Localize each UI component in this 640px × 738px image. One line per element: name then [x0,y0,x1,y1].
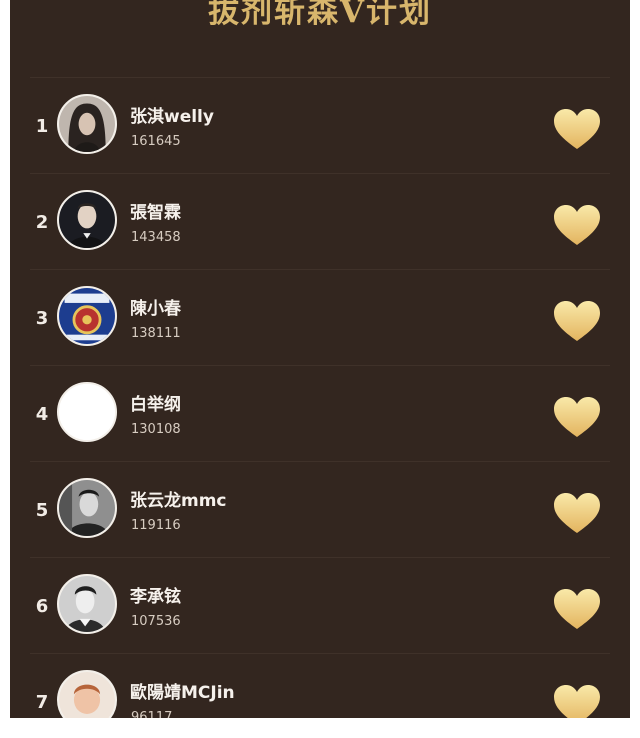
ranking-row[interactable]: 4 白举纲 130108 [30,365,610,461]
ranking-row[interactable]: 5 张云龙mmc 119116 [30,461,610,557]
vote-count: 96117 [131,710,173,718]
ranking-row[interactable]: 2 張智霖 143458 [30,173,610,269]
vote-count: 130108 [131,422,181,437]
avatar[interactable] [57,94,117,154]
rank-number: 4 [35,404,49,425]
avatar-portrait-icon [59,576,115,632]
avatar[interactable] [57,574,117,634]
avatar[interactable] [57,478,117,538]
avatar-blank-icon [59,384,115,440]
vote-count: 161645 [131,134,181,149]
user-name: 歐陽靖MCJin [130,683,235,703]
avatar-portrait-icon [59,96,115,152]
page-title: 拔剂斩森V计划 [207,0,433,30]
user-name: 李承铉 [130,587,181,607]
avatar-portrait-icon [59,672,115,718]
avatar[interactable] [57,286,117,346]
heart-vote-button[interactable] [553,492,601,534]
rank-number: 1 [35,116,49,137]
user-name: 张云龙mmc [130,491,227,511]
heart-icon [554,589,600,629]
heart-icon [554,301,600,341]
avatar[interactable] [57,670,117,718]
heart-vote-button[interactable] [553,588,601,630]
vote-count: 119116 [131,518,181,533]
avatar[interactable] [57,382,117,442]
heart-vote-button[interactable] [553,108,601,150]
heart-icon [554,685,600,718]
rank-number: 2 [35,212,49,233]
heart-vote-button[interactable] [553,396,601,438]
user-name: 陳小春 [130,299,181,319]
heart-vote-button[interactable] [553,684,601,718]
vote-count: 138111 [131,326,181,341]
heart-icon [554,109,600,149]
heart-icon [554,397,600,437]
rank-number: 5 [35,500,49,521]
heart-icon [554,493,600,533]
avatar-portrait-icon [59,480,115,536]
avatar-portrait-icon [59,192,115,248]
heart-icon [554,205,600,245]
ranking-list: 1 张淇welly 161645 2 張智霖 143458 3 陳小春 1381… [30,77,610,718]
vote-count: 143458 [131,230,181,245]
ranking-row[interactable]: 3 陳小春 138111 [30,269,610,365]
heart-vote-button[interactable] [553,204,601,246]
user-name: 白举纲 [130,395,181,415]
user-name: 张淇welly [130,107,214,127]
rank-number: 3 [35,308,49,329]
vote-count: 107536 [131,614,181,629]
avatar[interactable] [57,190,117,250]
rank-number: 6 [35,596,49,617]
user-name: 張智霖 [130,203,181,223]
ranking-row[interactable]: 1 张淇welly 161645 [30,77,610,173]
ranking-row[interactable]: 7 歐陽靖MCJin 96117 [30,653,610,718]
heart-vote-button[interactable] [553,300,601,342]
avatar-emblem-icon [59,288,115,344]
ranking-panel: 拔剂斩森V计划 1 张淇welly 161645 2 張智霖 143458 3 … [10,0,630,718]
rank-number: 7 [35,692,49,713]
ranking-row[interactable]: 6 李承铉 107536 [30,557,610,653]
